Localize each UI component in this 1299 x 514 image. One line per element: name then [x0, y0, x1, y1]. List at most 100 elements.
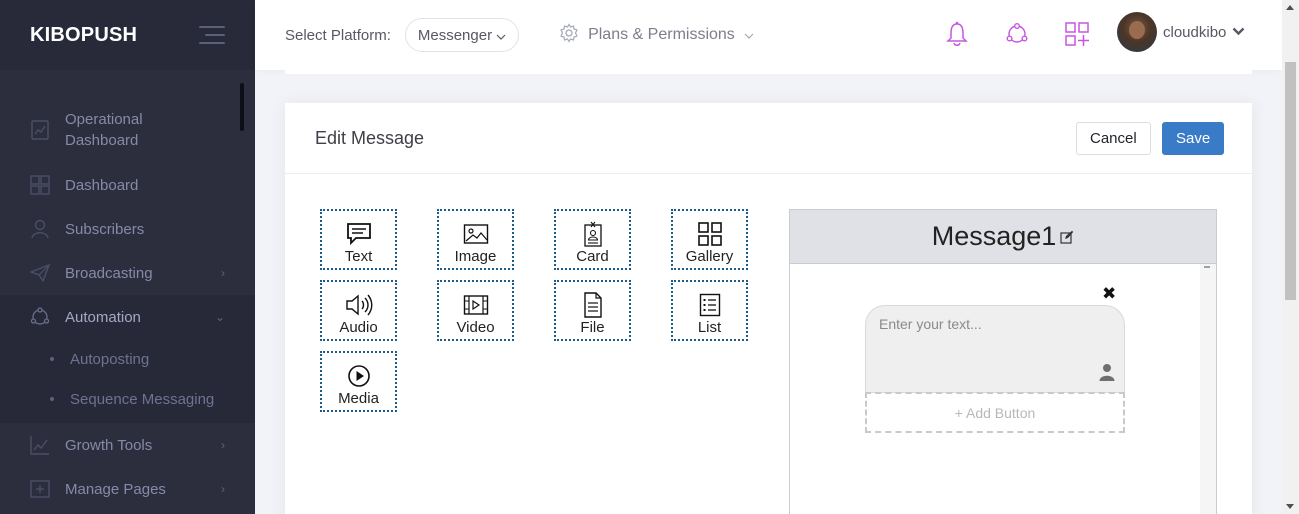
text-placeholder: Enter your text... — [879, 316, 982, 332]
chevron-down-icon: ⌄ — [214, 310, 225, 324]
sidebar-item-label: Broadcasting — [65, 264, 153, 282]
sidebar-item-label: Automation — [65, 308, 141, 326]
bullet-icon — [50, 357, 54, 361]
avatar — [1117, 12, 1157, 52]
scroll-up-arrow-icon[interactable] — [1286, 5, 1294, 10]
add-page-icon — [30, 479, 50, 499]
component-tile-video[interactable]: Video — [437, 280, 514, 341]
component-tile-gallery[interactable]: Gallery — [671, 209, 748, 270]
paper-plane-icon — [30, 263, 50, 283]
plans-permissions-label: Plans & Permissions — [588, 26, 735, 43]
component-tile-file[interactable]: File — [554, 280, 631, 341]
edit-icon[interactable] — [1060, 230, 1074, 244]
sidebar: KIBOPUSH Operational Dashboard Dashboard … — [0, 0, 255, 514]
sidebar-subitem-label: Sequence Messaging — [70, 390, 215, 408]
video-icon — [462, 292, 490, 318]
close-icon[interactable]: ✖ — [1102, 284, 1116, 304]
chevron-right-icon: › — [221, 438, 225, 452]
sidebar-item-label: Operational Dashboard — [65, 111, 143, 149]
sidebar-item-operational-dashboard[interactable]: Operational Dashboard — [0, 97, 255, 163]
sidebar-brand: KIBOPUSH — [0, 0, 255, 70]
component-tile-image[interactable]: Image — [437, 209, 514, 270]
edit-message-portlet: Edit Message Cancel Save Text Image Card — [285, 103, 1252, 514]
sidebar-item-manage-pages[interactable]: Manage Pages › — [0, 467, 255, 511]
file-icon — [579, 292, 607, 318]
text-bubble-icon — [345, 221, 373, 247]
sidebar-item-subscribers[interactable]: Subscribers — [0, 207, 255, 251]
sidebar-item-broadcasting[interactable]: Broadcasting › — [0, 251, 255, 295]
page-scrollbar-thumb[interactable] — [1285, 62, 1296, 300]
sidebar-subitem-autoposting[interactable]: Autoposting — [0, 339, 255, 379]
play-icon — [345, 363, 373, 389]
dashboard-icon — [30, 175, 50, 195]
preview-scrollbar[interactable] — [1200, 264, 1216, 514]
chart-icon — [30, 120, 50, 140]
chevron-down-icon — [1232, 25, 1245, 39]
apps-grid-icon[interactable] — [1065, 20, 1089, 48]
sidebar-item-label: Growth Tools — [65, 436, 153, 454]
subheader-strip — [285, 70, 1252, 74]
network-icon — [30, 307, 50, 327]
text-bubble-input[interactable]: Enter your text... — [865, 305, 1125, 393]
top-bar: Select Platform: Messenger Plans & Permi… — [255, 0, 1282, 70]
chevron-right-icon: › — [221, 266, 225, 280]
message-title: Message1 — [931, 221, 1057, 251]
component-tile-media[interactable]: Media — [320, 351, 397, 412]
sidebar-item-label: Subscribers — [65, 220, 145, 238]
platform-select[interactable]: Messenger — [404, 18, 520, 52]
component-tile-list[interactable]: List — [671, 280, 748, 341]
component-tile-audio[interactable]: Audio — [320, 280, 397, 341]
sidebar-item-growth-tools[interactable]: Growth Tools › — [0, 423, 255, 467]
audio-icon — [345, 292, 373, 318]
sidebar-item-label: Manage Pages — [65, 480, 166, 498]
sidebar-item-dashboard[interactable]: Dashboard — [0, 163, 255, 207]
scroll-down-arrow-icon[interactable] — [1286, 504, 1294, 509]
card-icon — [579, 221, 607, 247]
bell-icon[interactable] — [945, 20, 969, 48]
user-icon — [30, 219, 50, 239]
username: cloudkibo — [1163, 23, 1227, 41]
message-preview: Message1 ✖ Enter your text... + Add Butt… — [789, 209, 1217, 514]
component-label: Video — [456, 319, 495, 336]
sidebar-item-automation[interactable]: Automation ⌄ — [0, 295, 255, 339]
user-icon — [1099, 363, 1115, 386]
growth-chart-icon — [30, 435, 50, 455]
automation-submenu: Autoposting Sequence Messaging — [0, 339, 255, 423]
add-button[interactable]: + Add Button — [865, 392, 1125, 433]
plans-permissions-menu[interactable]: Plans & Permissions — [559, 22, 754, 48]
component-label: Audio — [339, 319, 378, 336]
network-icon[interactable] — [1005, 20, 1029, 48]
portlet-header: Edit Message Cancel Save — [285, 103, 1252, 174]
component-label: Text — [344, 248, 373, 265]
sidebar-menu: Operational Dashboard Dashboard Subscribe… — [0, 97, 255, 511]
component-label: Gallery — [685, 248, 734, 265]
cancel-button[interactable]: Cancel — [1076, 122, 1151, 155]
chevron-down-icon — [496, 27, 506, 44]
save-button[interactable]: Save — [1162, 122, 1225, 155]
component-label: Card — [576, 248, 609, 265]
platform-label: Select Platform: — [285, 26, 391, 44]
component-label: List — [697, 319, 722, 336]
preview-header: Message1 — [790, 210, 1216, 264]
sidebar-item-label: Dashboard — [65, 176, 139, 194]
chevron-right-icon: › — [221, 482, 225, 496]
component-tile-text[interactable]: Text — [320, 209, 397, 270]
list-icon — [696, 292, 724, 318]
sidebar-subitem-label: Autoposting — [70, 350, 150, 368]
chevron-down-icon — [744, 26, 754, 44]
component-label: File — [580, 319, 605, 336]
gear-icon — [559, 22, 579, 48]
top-icon-group — [945, 20, 1089, 48]
component-label: Image — [454, 248, 497, 265]
page-title: Edit Message — [315, 127, 425, 148]
platform-select-value: Messenger — [417, 26, 493, 44]
hamburger-menu-icon[interactable] — [199, 26, 225, 44]
image-icon — [462, 221, 490, 247]
component-tile-card[interactable]: Card — [554, 209, 631, 270]
sidebar-subitem-sequence-messaging[interactable]: Sequence Messaging — [0, 379, 255, 419]
gallery-icon — [696, 221, 724, 247]
bullet-icon — [50, 397, 54, 401]
component-label: Media — [338, 390, 379, 407]
page-scrollbar[interactable] — [1282, 0, 1299, 514]
user-menu[interactable]: cloudkibo — [1117, 12, 1245, 52]
